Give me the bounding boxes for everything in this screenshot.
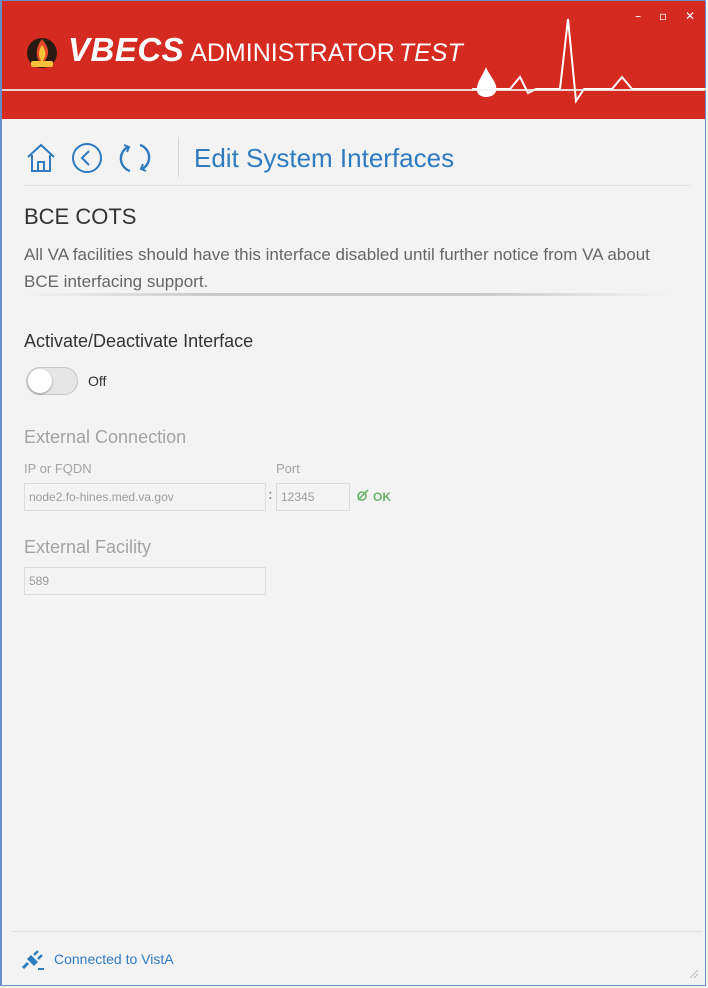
app-title: VBECS ADMINISTRATOR TEST bbox=[68, 31, 463, 69]
window-controls: – ▫ ✕ bbox=[621, 9, 695, 23]
title-stripe bbox=[2, 89, 705, 91]
app-title-regular: ADMINISTRATOR bbox=[190, 39, 395, 67]
nav-rule bbox=[24, 185, 690, 186]
external-facility-field[interactable]: 589 bbox=[24, 567, 266, 595]
footer-divider bbox=[12, 931, 702, 932]
external-connection-heading: External Connection bbox=[24, 427, 187, 447]
connection-ok-icon bbox=[357, 489, 369, 501]
plug-icon bbox=[21, 950, 44, 970]
minimize-button[interactable]: – bbox=[635, 9, 641, 23]
vbecs-logo-icon bbox=[27, 38, 57, 68]
port-label: Port bbox=[276, 461, 300, 476]
app-window: VBECS ADMINISTRATOR TEST – ▫ ✕ Edit Syst… bbox=[0, 0, 708, 986]
nav-bar: Edit System Interfaces bbox=[24, 137, 690, 179]
ip-field[interactable]: node2.fo-hines.med.va.gov bbox=[24, 483, 266, 511]
page-title: Edit System Interfaces bbox=[194, 143, 455, 173]
toggle-knob bbox=[28, 369, 52, 393]
refresh-icon[interactable] bbox=[118, 141, 154, 175]
port-field[interactable]: 12345 bbox=[276, 483, 350, 511]
title-bar[interactable]: VBECS ADMINISTRATOR TEST – ▫ ✕ bbox=[2, 1, 708, 119]
nav-divider bbox=[178, 137, 179, 177]
toggle-state-text: Off bbox=[88, 373, 107, 389]
status-bar: Connected to VistA bbox=[20, 947, 174, 977]
connection-status: OK bbox=[356, 489, 391, 504]
ip-port-separator: : bbox=[268, 487, 273, 503]
section-divider bbox=[24, 293, 670, 296]
app-title-bold: VBECS bbox=[68, 31, 185, 68]
home-icon[interactable] bbox=[24, 141, 58, 175]
resize-grip-icon[interactable] bbox=[689, 969, 699, 979]
connection-status-text: OK bbox=[373, 490, 391, 504]
heartbeat-drop-icon bbox=[472, 18, 708, 104]
close-button[interactable]: ✕ bbox=[685, 9, 695, 23]
external-facility-heading: External Facility bbox=[24, 537, 152, 557]
back-icon[interactable] bbox=[70, 141, 104, 175]
app-title-environment: TEST bbox=[398, 39, 463, 67]
activate-interface-label: Activate/Deactivate Interface bbox=[24, 331, 254, 351]
connection-status-footer: Connected to VistA bbox=[54, 951, 174, 967]
section-title: BCE COTS bbox=[24, 204, 137, 229]
maximize-button[interactable]: ▫ bbox=[659, 9, 667, 23]
activate-interface-toggle[interactable] bbox=[26, 367, 78, 395]
section-description: All VA facilities should have this inter… bbox=[24, 245, 650, 291]
ip-label: IP or FQDN bbox=[24, 461, 92, 476]
